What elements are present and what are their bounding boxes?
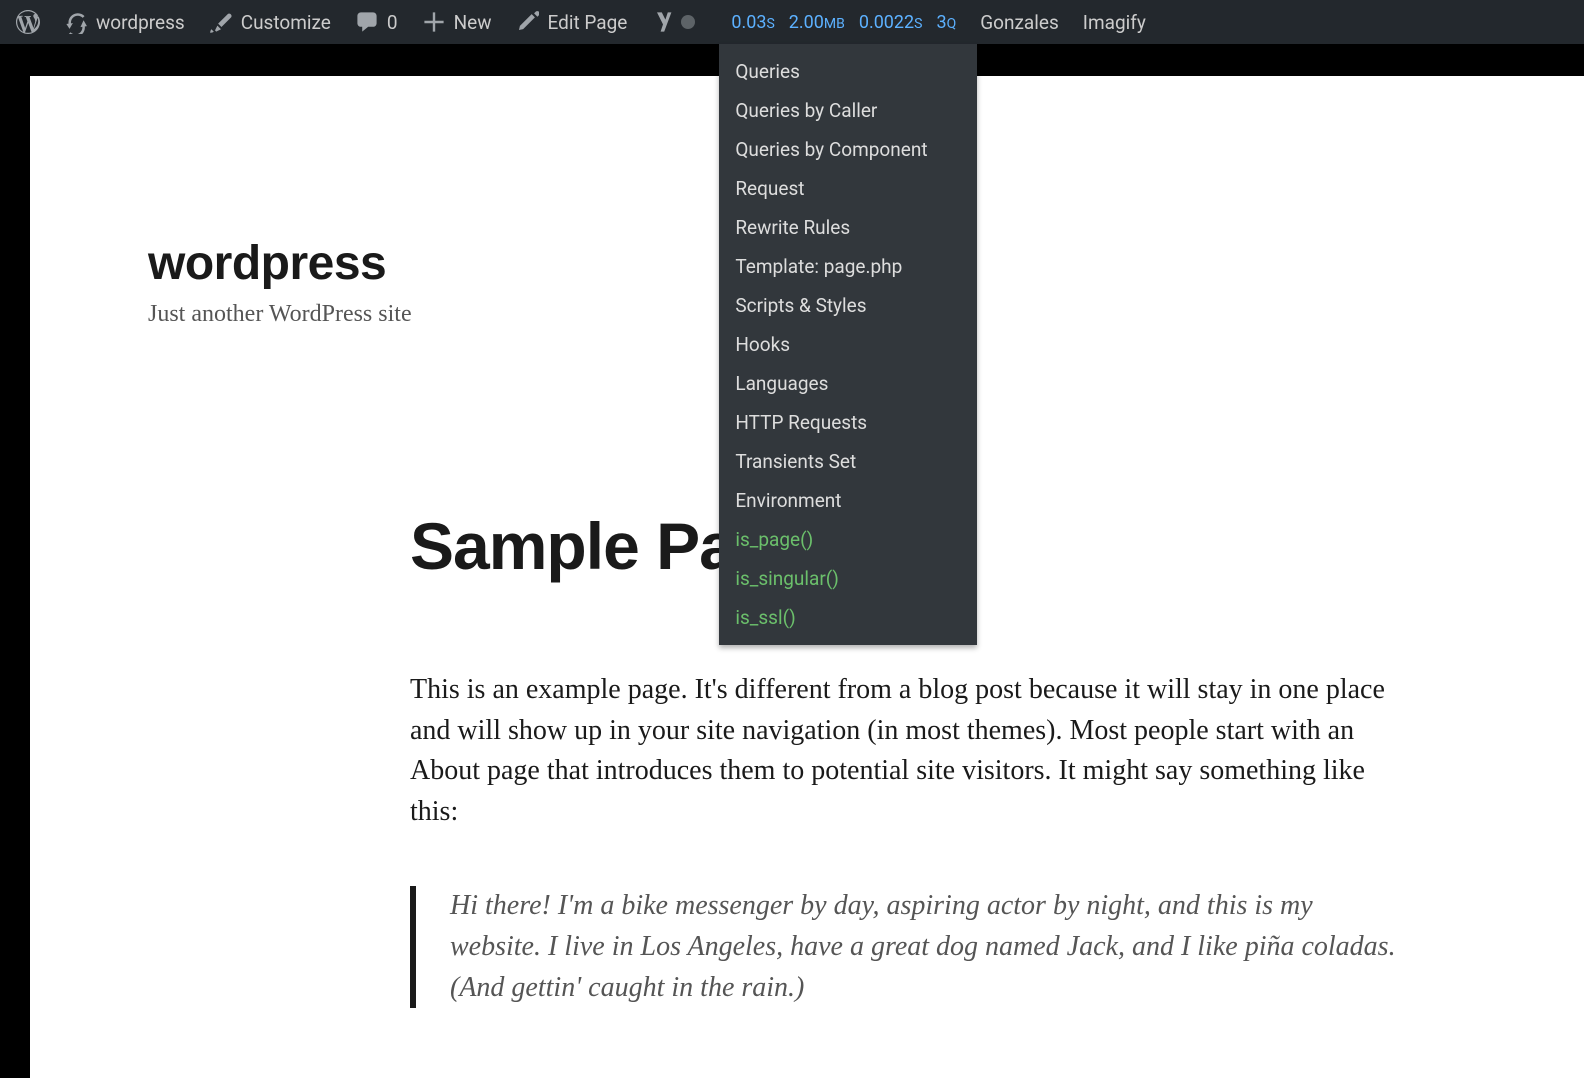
wp-logo-menu[interactable]	[4, 0, 52, 44]
wordpress-logo-icon	[16, 10, 40, 34]
edit-page-label: Edit Page	[547, 11, 627, 34]
new-content-button[interactable]: New	[410, 0, 504, 44]
wp-admin-bar: wordpress Customize 0 New Edit Page 0.03…	[0, 0, 1584, 44]
qm-menu-item[interactable]: Queries by Component	[719, 130, 977, 169]
qm-menu-item[interactable]: Request	[719, 169, 977, 208]
qm-menu-item[interactable]: Rewrite Rules	[719, 208, 977, 247]
qm-memory: 2.00MB	[789, 12, 845, 33]
qm-time: 0.03S	[731, 12, 774, 33]
pencil-icon	[515, 10, 539, 34]
plus-icon	[422, 10, 446, 34]
qm-menu-item[interactable]: Queries by Caller	[719, 91, 977, 130]
qm-query-count: 3Q	[936, 12, 956, 33]
customize-button[interactable]: Customize	[197, 0, 343, 44]
paintbrush-icon	[209, 10, 233, 34]
qm-menu-item[interactable]: is_singular()	[719, 559, 977, 598]
customize-label: Customize	[241, 11, 331, 34]
qm-menu-item[interactable]: Template: page.php	[719, 247, 977, 286]
yoast-status-dot	[681, 15, 695, 29]
gonzales-label: Gonzales	[980, 11, 1059, 34]
site-name-menu[interactable]: wordpress	[52, 0, 197, 44]
qm-menu-item[interactable]: Transients Set	[719, 442, 977, 481]
qm-menu-item[interactable]: HTTP Requests	[719, 403, 977, 442]
qm-db-time: 0.0022S	[859, 12, 923, 33]
query-monitor-button[interactable]: 0.03S 2.00MB 0.0022S 3Q QueriesQueries b…	[719, 0, 968, 44]
entry-blockquote: Hi there! I'm a bike messenger by day, a…	[410, 886, 1410, 1008]
comments-button[interactable]: 0	[343, 0, 410, 44]
qm-menu-item[interactable]: Languages	[719, 364, 977, 403]
comments-count: 0	[387, 11, 398, 34]
imagify-button[interactable]: Imagify	[1071, 0, 1158, 44]
qm-menu-item[interactable]: Hooks	[719, 325, 977, 364]
comment-icon	[355, 10, 379, 34]
new-label: New	[454, 11, 492, 34]
qm-menu-item[interactable]: Queries	[719, 52, 977, 91]
entry-paragraph: This is an example page. It's different …	[410, 670, 1410, 832]
dashboard-icon	[64, 10, 88, 34]
yoast-icon	[651, 10, 675, 34]
site-name-label: wordpress	[96, 11, 185, 34]
yoast-menu[interactable]	[639, 0, 707, 44]
qm-menu-item[interactable]: is_page()	[719, 520, 977, 559]
edit-page-button[interactable]: Edit Page	[503, 0, 639, 44]
imagify-label: Imagify	[1083, 11, 1146, 34]
qm-menu-item[interactable]: is_ssl()	[719, 598, 977, 637]
qm-menu-item[interactable]: Environment	[719, 481, 977, 520]
gonzales-button[interactable]: Gonzales	[968, 0, 1071, 44]
qm-menu-item[interactable]: Scripts & Styles	[719, 286, 977, 325]
query-monitor-dropdown: QueriesQueries by CallerQueries by Compo…	[719, 44, 977, 645]
